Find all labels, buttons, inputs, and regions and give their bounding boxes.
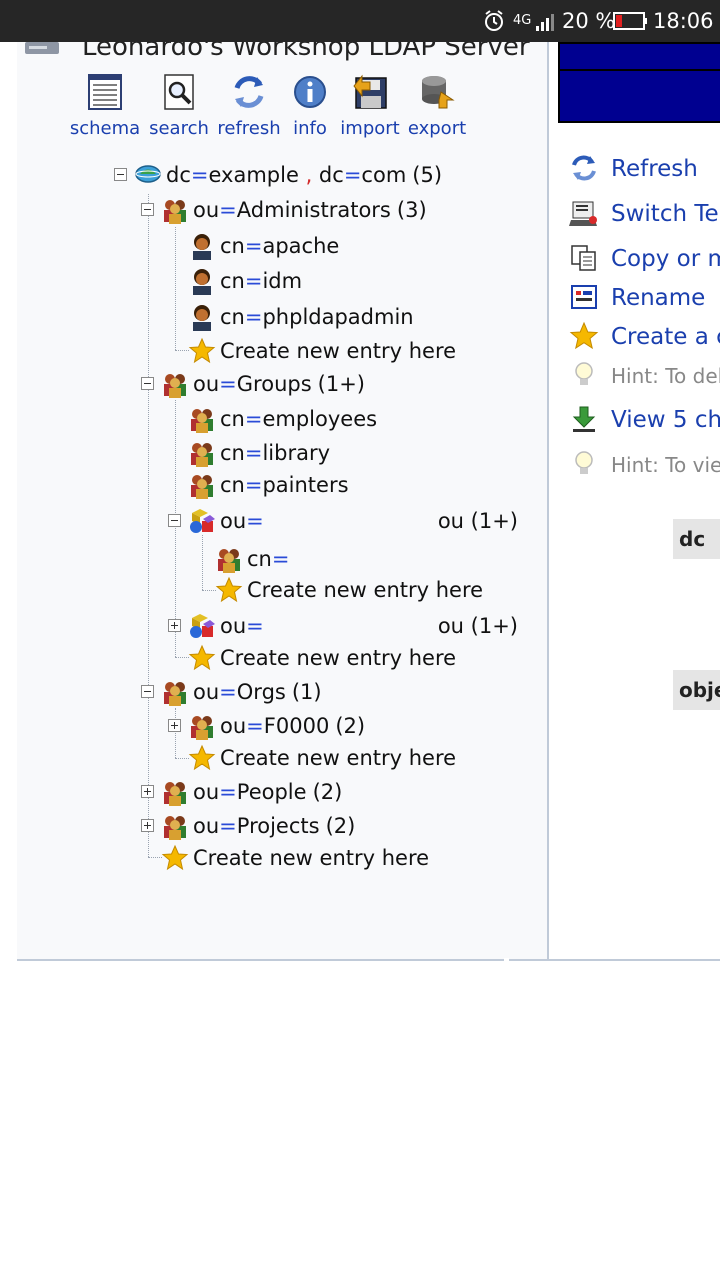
lightbulb-icon — [569, 360, 599, 390]
toolbar-schema[interactable]: schema — [65, 72, 145, 139]
import-icon — [350, 72, 390, 112]
tree-panel: Leonardo's Workshop LDAP Server schema s… — [17, 42, 547, 959]
info-icon — [290, 72, 330, 112]
collapse-icon[interactable] — [168, 514, 181, 527]
shapes-icon — [188, 507, 216, 535]
group-icon — [215, 545, 243, 573]
root-count: (5) — [412, 163, 443, 187]
search-icon — [159, 72, 199, 112]
group-icon — [161, 778, 189, 806]
sub-ou-2-count: ou (1+) — [437, 614, 518, 638]
user-icon — [188, 267, 216, 295]
tree-item-sub-ou-1[interactable]: ou= ou (1+) — [168, 505, 518, 537]
expand-icon[interactable] — [168, 719, 181, 732]
collapse-icon[interactable] — [141, 203, 154, 216]
tree-line — [175, 227, 176, 350]
tree-item-sub-ou-2[interactable]: ou= ou (1+) — [168, 610, 518, 642]
bottom-border — [17, 959, 720, 961]
tree-line — [202, 535, 203, 590]
tree-line — [175, 350, 189, 351]
shapes-icon — [188, 612, 216, 640]
alarm-icon — [482, 0, 506, 42]
attribute-dc: dc — [673, 519, 720, 559]
star-icon — [188, 337, 216, 365]
toolbar-export[interactable]: export — [397, 72, 477, 139]
star-icon — [188, 644, 216, 672]
toolbar-search[interactable]: search — [139, 72, 219, 139]
star-icon — [161, 844, 189, 872]
entry-header-banner — [558, 42, 720, 123]
copy-icon — [569, 243, 599, 273]
star-icon — [188, 744, 216, 772]
root-value: example — [208, 163, 299, 187]
root-attr-2: dc — [318, 163, 344, 187]
group-icon — [188, 712, 216, 740]
star-icon — [215, 576, 243, 604]
clock: 18:06 — [653, 9, 714, 33]
status-bar: 4G 20 % 18:06 — [0, 0, 720, 42]
tree-line — [202, 590, 216, 591]
tree-line — [175, 657, 189, 658]
root-attr: dc — [166, 163, 191, 187]
tree-line — [148, 194, 149, 857]
refresh-icon — [229, 72, 269, 112]
attribute-objectclass: obje — [673, 670, 720, 710]
group-icon — [188, 439, 216, 467]
schema-icon — [85, 72, 125, 112]
group-icon — [188, 405, 216, 433]
export-icon — [417, 72, 457, 112]
rename-icon — [569, 282, 599, 312]
server-icon — [23, 42, 63, 64]
expand-icon[interactable] — [141, 785, 154, 798]
user-icon — [188, 303, 216, 331]
user-icon — [188, 232, 216, 260]
toolbar-export-label: export — [407, 118, 467, 139]
network-type: 4G — [513, 13, 532, 28]
download-icon — [569, 404, 599, 434]
tree-line — [175, 758, 189, 759]
expand-icon[interactable] — [141, 819, 154, 832]
battery-icon — [613, 0, 649, 42]
toolbar-schema-label: schema — [69, 118, 141, 139]
group-icon — [161, 370, 189, 398]
root-value-2: com — [361, 163, 407, 187]
refresh-icon — [569, 153, 599, 183]
server-title: Leonardo's Workshop LDAP Server — [82, 42, 530, 62]
expand-icon[interactable] — [168, 619, 181, 632]
collapse-icon[interactable] — [141, 377, 154, 390]
globe-icon — [134, 161, 162, 189]
toolbar-search-label: search — [149, 118, 209, 139]
template-icon — [569, 198, 599, 228]
sub-ou-1-count: ou (1+) — [437, 509, 518, 533]
group-icon — [161, 678, 189, 706]
tree-line — [148, 857, 162, 858]
star-icon — [569, 321, 599, 351]
lightbulb-icon — [569, 449, 599, 479]
group-icon — [188, 471, 216, 499]
collapse-icon[interactable] — [114, 168, 127, 181]
group-icon — [161, 812, 189, 840]
group-icon — [161, 196, 189, 224]
tree-line — [175, 708, 176, 758]
entry-panel: Refresh Switch Ter Copy or mo Rename Cre… — [549, 42, 720, 959]
battery-percent: 20 % — [562, 9, 616, 33]
collapse-icon[interactable] — [141, 685, 154, 698]
signal-icon — [535, 0, 557, 42]
